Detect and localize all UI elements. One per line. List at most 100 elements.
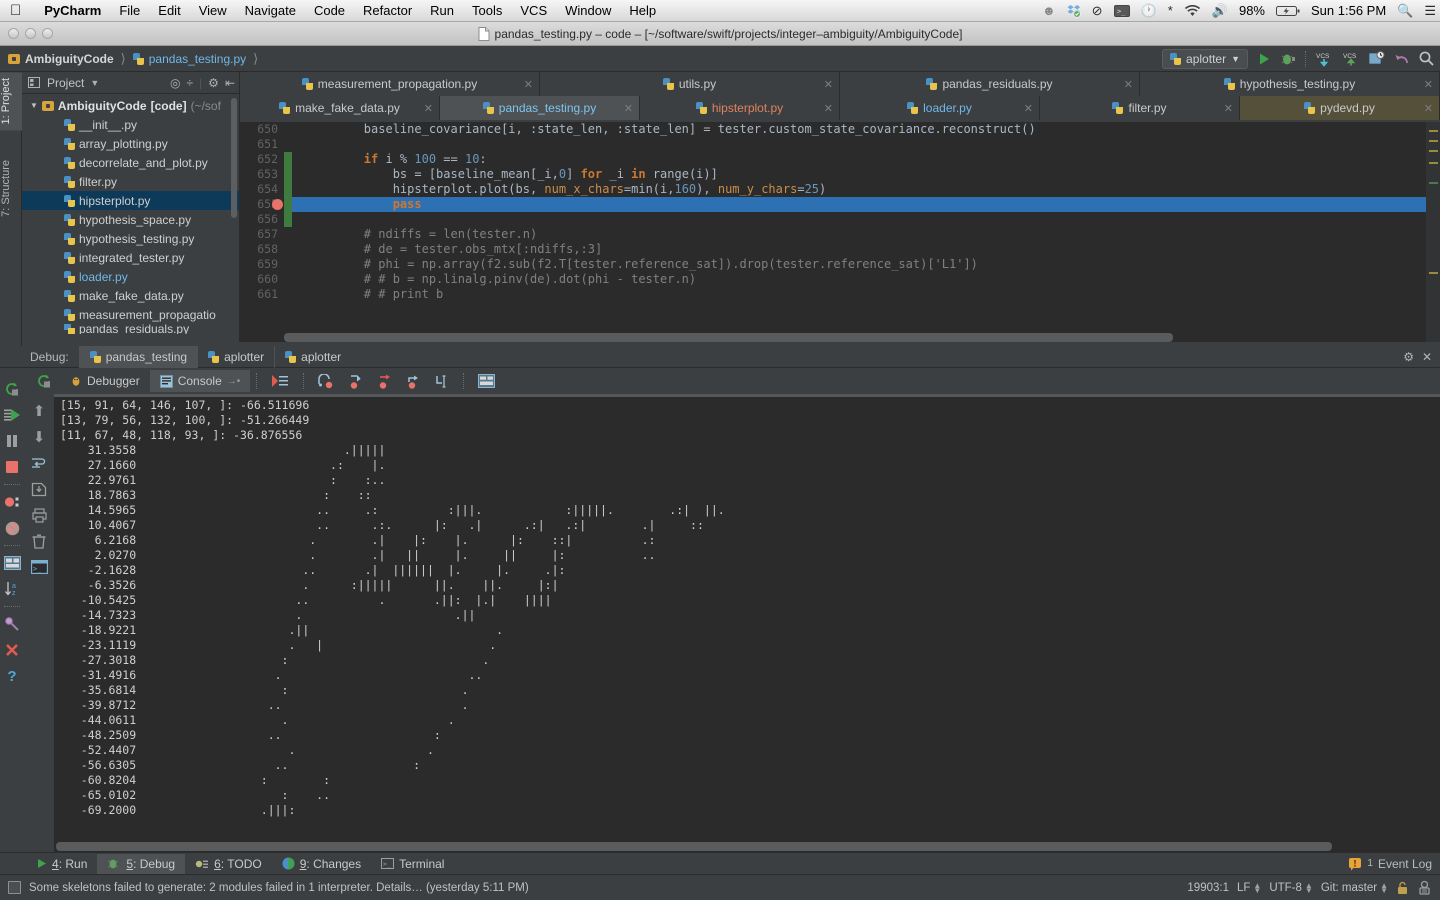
code-line[interactable]: 657 # ndiffs = len(tester.n)	[240, 227, 1440, 242]
help-icon[interactable]: ?	[0, 663, 24, 689]
dropbox-icon[interactable]	[1067, 4, 1081, 18]
tab-terminal[interactable]: >_ Terminal	[371, 854, 454, 874]
tab-todo[interactable]: 6: TODO	[185, 854, 272, 874]
console-output[interactable]: [15, 91, 64, 146, 107, ]: -66.511696 [13…	[54, 394, 1440, 852]
chevron-down-icon-project[interactable]: ▼	[90, 78, 99, 88]
vcs-commit-button[interactable]: VCS	[1342, 51, 1360, 67]
stop-icon[interactable]	[0, 454, 24, 480]
battery-icon[interactable]	[1276, 5, 1300, 17]
status-message-icon[interactable]	[8, 881, 21, 894]
tab-debug[interactable]: 5: Debug	[97, 854, 185, 874]
vcs-update-button[interactable]: VCS	[1315, 51, 1333, 67]
list-item[interactable]: hypothesis_space.py	[22, 210, 239, 229]
close-icon[interactable]: ✕	[624, 102, 633, 115]
terminal-icon[interactable]: >_	[1114, 5, 1130, 17]
clock[interactable]: Sun 1:56 PM	[1311, 3, 1386, 18]
terminal-icon[interactable]: >_	[31, 554, 48, 580]
list-item[interactable]: __init__.py	[22, 115, 239, 134]
hide-icon[interactable]: ⇤	[225, 76, 235, 90]
restart-icon[interactable]	[28, 373, 60, 389]
event-log-button[interactable]: 1 Event Log	[1348, 857, 1432, 871]
tab-filter[interactable]: filter.py ✕	[1040, 96, 1240, 120]
rerun-icon[interactable]	[0, 376, 24, 402]
locate-icon[interactable]: ◎	[170, 76, 180, 90]
breadcrumb-file[interactable]: pandas_testing.py	[149, 52, 246, 66]
gear-icon[interactable]: ⚙	[208, 76, 219, 90]
apple-logo-icon[interactable]: 	[10, 3, 21, 18]
menu-file[interactable]: File	[110, 3, 149, 18]
code-line[interactable]: 654 hipsterplot.plot(bs, num_x_chars=min…	[240, 182, 1440, 197]
tab-pydevd[interactable]: pydevd.py ✕	[1240, 96, 1440, 120]
force-step-into-icon[interactable]	[370, 374, 399, 389]
debug-session-aplotter-1[interactable]: aplotter	[197, 346, 274, 368]
list-item[interactable]: loader.py	[22, 267, 239, 286]
code-line[interactable]: 650 baseline_covariance[i, :state_len, :…	[240, 122, 1440, 137]
tab-make-fake-data[interactable]: make_fake_data.py ✕	[240, 96, 440, 120]
list-item[interactable]: make_fake_data.py	[22, 286, 239, 305]
tab-debugger[interactable]: Debugger	[60, 370, 150, 392]
menu-refactor[interactable]: Refactor	[354, 3, 421, 18]
close-icon[interactable]	[0, 637, 24, 663]
list-item[interactable]: integrated_tester.py	[22, 248, 239, 267]
menu-navigate[interactable]: Navigate	[236, 3, 305, 18]
volume-icon[interactable]: 🔊	[1212, 4, 1228, 17]
menu-pycharm[interactable]: PyCharm	[35, 3, 110, 18]
vcs-history-button[interactable]	[1369, 51, 1385, 66]
wifi-icon[interactable]	[1184, 5, 1201, 17]
list-item[interactable]: filter.py	[22, 172, 239, 191]
close-icon[interactable]: ✕	[824, 102, 833, 115]
status-message[interactable]: Some skeletons failed to generate: 2 mod…	[29, 882, 1179, 894]
close-icon[interactable]: ✕	[824, 78, 833, 91]
export-icon[interactable]	[31, 476, 47, 502]
list-item-selected[interactable]: hipsterplot.py	[22, 191, 239, 210]
revert-button[interactable]	[1394, 52, 1410, 66]
settings-icon[interactable]	[0, 550, 24, 576]
clear-all-icon[interactable]	[32, 528, 46, 554]
run-to-cursor-icon[interactable]	[428, 374, 457, 389]
code-line[interactable]: 661 # # print b	[240, 287, 1440, 302]
menu-run[interactable]: Run	[421, 3, 463, 18]
close-icon-debug[interactable]: ✕	[1422, 350, 1432, 364]
tab-hipsterplot[interactable]: hipsterplot.py ✕	[640, 96, 840, 120]
tab-console[interactable]: Console →•	[150, 370, 251, 392]
code-line[interactable]: 652 if i % 100 == 10:	[240, 152, 1440, 167]
sidebar-item-structure[interactable]: 7: Structure	[0, 154, 22, 223]
menu-help[interactable]: Help	[620, 3, 665, 18]
resume-icon[interactable]	[0, 402, 24, 428]
menu-window[interactable]: Window	[556, 3, 620, 18]
breakpoint-icon[interactable]	[272, 199, 283, 210]
scroll-down-icon[interactable]: ⬇	[33, 424, 46, 450]
time-machine-icon[interactable]: 🕐	[1141, 4, 1157, 17]
debug-session-aplotter-2[interactable]: aplotter	[274, 346, 351, 368]
menu-edit[interactable]: Edit	[149, 3, 189, 18]
close-icon[interactable]: ✕	[1424, 102, 1433, 115]
editor-horizontal-scrollbar[interactable]	[284, 333, 1424, 342]
collapse-all-icon[interactable]: ÷	[186, 76, 193, 90]
project-scrollbar[interactable]	[231, 98, 237, 218]
debug-session-pandas-testing[interactable]: pandas_testing	[79, 346, 197, 368]
list-item[interactable]: measurement_propagatio	[22, 305, 239, 324]
line-separator-selector[interactable]: LF ▲▼	[1237, 882, 1261, 894]
step-out-icon[interactable]	[399, 374, 428, 389]
code-line[interactable]: 658 # de = tester.obs_mtx[:ndiffs,:3]	[240, 242, 1440, 257]
step-over-icon[interactable]	[310, 374, 341, 389]
editor-error-stripe[interactable]	[1426, 122, 1440, 342]
list-item[interactable]: pandas_residuals.py	[22, 324, 239, 334]
close-icon[interactable]: ✕	[524, 78, 533, 91]
tab-changes[interactable]: 9: Changes	[272, 854, 371, 874]
print-icon[interactable]	[32, 502, 47, 528]
gear-icon-debug[interactable]: ⚙	[1403, 350, 1414, 364]
code-line[interactable]: 656	[240, 212, 1440, 227]
tab-run[interactable]: 4: Run	[26, 854, 97, 874]
tab-pandas-residuals[interactable]: pandas_residuals.py ✕	[840, 72, 1140, 96]
notification-center-icon[interactable]: ☰	[1424, 4, 1436, 17]
lock-icon[interactable]	[1396, 881, 1409, 895]
mute-breakpoints-icon[interactable]	[0, 515, 24, 541]
run-configuration-selector[interactable]: aplotter ▼	[1162, 49, 1248, 69]
code-line[interactable]: 653 bs = [baseline_mean[_i,0] for _i in …	[240, 167, 1440, 182]
tab-hypothesis-testing[interactable]: hypothesis_testing.py ✕	[1140, 72, 1440, 96]
pin-icon[interactable]	[0, 611, 24, 637]
chevron-expanded-icon[interactable]: ▼	[30, 101, 38, 110]
pause-icon[interactable]	[0, 428, 24, 454]
git-branch-widget[interactable]: Git: master ▲▼	[1321, 882, 1388, 894]
